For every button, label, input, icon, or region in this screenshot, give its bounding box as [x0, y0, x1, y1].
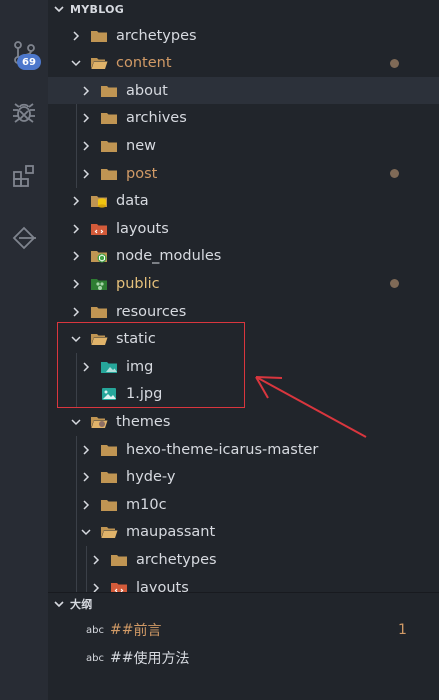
- chevron-right-icon[interactable]: [68, 193, 84, 209]
- modified-dot: [390, 169, 399, 178]
- folder-themes-icon: [90, 414, 108, 430]
- string-symbol-icon: abc: [86, 652, 104, 664]
- tree-item[interactable]: node_modules: [48, 243, 439, 270]
- chevron-right-icon[interactable]: [78, 469, 94, 485]
- outline-item-label: 前言: [133, 623, 162, 639]
- folder-icon: [100, 138, 118, 154]
- explorer-section-header[interactable]: MYBLOG: [48, 0, 124, 20]
- chevron-down-icon[interactable]: [78, 524, 94, 540]
- tree-item[interactable]: public: [48, 270, 439, 297]
- tree-item[interactable]: maupassant: [48, 519, 439, 546]
- tree-item-label: maupassant: [126, 524, 216, 541]
- folder-database-icon: [90, 193, 108, 209]
- folder-icon: [100, 166, 118, 182]
- tree-item[interactable]: post: [48, 160, 439, 187]
- folder-icon: [100, 110, 118, 126]
- extensions-icon[interactable]: [0, 154, 48, 198]
- tree-item-label: hexo-theme-icarus-master: [126, 441, 319, 458]
- tree-item-label: post: [126, 165, 158, 182]
- tree-item-label: resources: [116, 303, 187, 320]
- chevron-right-icon[interactable]: [68, 248, 84, 264]
- chevron-right-icon[interactable]: [68, 276, 84, 292]
- folder-icon: [110, 552, 128, 568]
- remote-explorer-icon[interactable]: [0, 216, 48, 260]
- chevron-right-icon[interactable]: [78, 497, 94, 513]
- tree-item-label: archetypes: [136, 551, 217, 568]
- tree-item-label: about: [126, 82, 168, 99]
- folder-icon: [90, 28, 108, 44]
- tree-item-label: archetypes: [116, 27, 197, 44]
- tree-item-label: layouts: [116, 220, 169, 237]
- folder-layouts-icon: [110, 580, 128, 592]
- tree-item[interactable]: data: [48, 188, 439, 215]
- outline-heading-prefix: ##: [109, 650, 134, 666]
- activity-bar: 69: [0, 0, 48, 700]
- tree-item[interactable]: hexo-theme-icarus-master: [48, 436, 439, 463]
- tree-item-label: public: [116, 275, 160, 292]
- chevron-down-icon[interactable]: [68, 55, 84, 71]
- tree-item[interactable]: new: [48, 132, 439, 159]
- modified-dot: [390, 58, 399, 68]
- chevron-down-icon[interactable]: [68, 414, 84, 430]
- chevron-right-icon[interactable]: [78, 442, 94, 458]
- tree-item-label: data: [116, 193, 149, 210]
- outline-section-header[interactable]: 大纲: [48, 593, 93, 615]
- chevron-right-icon[interactable]: [88, 552, 104, 568]
- tree-item[interactable]: archetypes: [48, 22, 439, 49]
- chevron-right-icon[interactable]: [78, 110, 94, 126]
- chevron-right-icon[interactable]: [68, 304, 84, 320]
- chevron-right-icon[interactable]: [88, 580, 104, 592]
- folder-node-icon: [90, 248, 108, 264]
- outline-item[interactable]: abc ## 使用方法: [48, 647, 439, 669]
- annotation-highlight-box: [57, 322, 245, 408]
- file-explorer: archetypes content about archives new post dat…: [48, 0, 439, 592]
- folder-icon: [100, 442, 118, 458]
- chevron-right-icon[interactable]: [68, 28, 84, 44]
- string-symbol-icon: abc: [86, 624, 104, 636]
- chevron-right-icon[interactable]: [78, 166, 94, 182]
- folder-icon: [100, 83, 118, 99]
- chevron-right-icon[interactable]: [78, 83, 94, 99]
- scm-badge: 69: [17, 54, 41, 70]
- tree-item[interactable]: layouts: [48, 574, 439, 592]
- explorer-title: MYBLOG: [70, 2, 125, 16]
- tree-item-label: m10c: [126, 496, 167, 513]
- tree-item-label: layouts: [136, 579, 189, 593]
- tree-item[interactable]: themes: [48, 408, 439, 435]
- tree-item-label: node_modules: [116, 248, 222, 265]
- outline-title: 大纲: [70, 598, 93, 611]
- folder-open-icon: [100, 524, 118, 540]
- debug-bug-icon[interactable]: [0, 90, 48, 134]
- tree-item[interactable]: resources: [48, 298, 439, 325]
- folder-layouts-icon: [90, 221, 108, 237]
- folder-icon: [100, 469, 118, 485]
- tree-item[interactable]: content: [48, 50, 439, 77]
- folder-icon: [90, 304, 108, 320]
- tree-item-label: archives: [126, 110, 187, 127]
- chevron-right-icon[interactable]: [68, 221, 84, 237]
- outline-item-count: 1: [398, 622, 407, 638]
- tree-item[interactable]: about: [48, 77, 439, 105]
- chevron-right-icon[interactable]: [78, 138, 94, 154]
- tree-item[interactable]: hyde-y: [48, 464, 439, 491]
- folder-open-icon: [90, 55, 108, 71]
- tree-item-label: content: [116, 55, 172, 72]
- outline-heading-prefix: ##: [109, 622, 134, 638]
- tree-item[interactable]: m10c: [48, 491, 439, 518]
- tree-item-label: new: [126, 137, 156, 154]
- tree-item[interactable]: layouts: [48, 215, 439, 242]
- folder-icon: [100, 497, 118, 513]
- outline-item-label: 使用方法: [133, 651, 190, 667]
- tree-item[interactable]: archetypes: [48, 546, 439, 573]
- tree-item-label: themes: [116, 413, 171, 430]
- outline-panel: 大纲 abc ## 前言 1 abc ## 使用方法: [48, 593, 439, 700]
- tree-item[interactable]: archives: [48, 105, 439, 132]
- folder-public-icon: [90, 276, 108, 292]
- chevron-down-icon: [48, 3, 70, 15]
- tree-item-label: hyde-y: [126, 469, 176, 486]
- chevron-down-icon: [48, 598, 70, 610]
- modified-dot: [390, 279, 399, 289]
- outline-item[interactable]: abc ## 前言 1: [48, 619, 439, 641]
